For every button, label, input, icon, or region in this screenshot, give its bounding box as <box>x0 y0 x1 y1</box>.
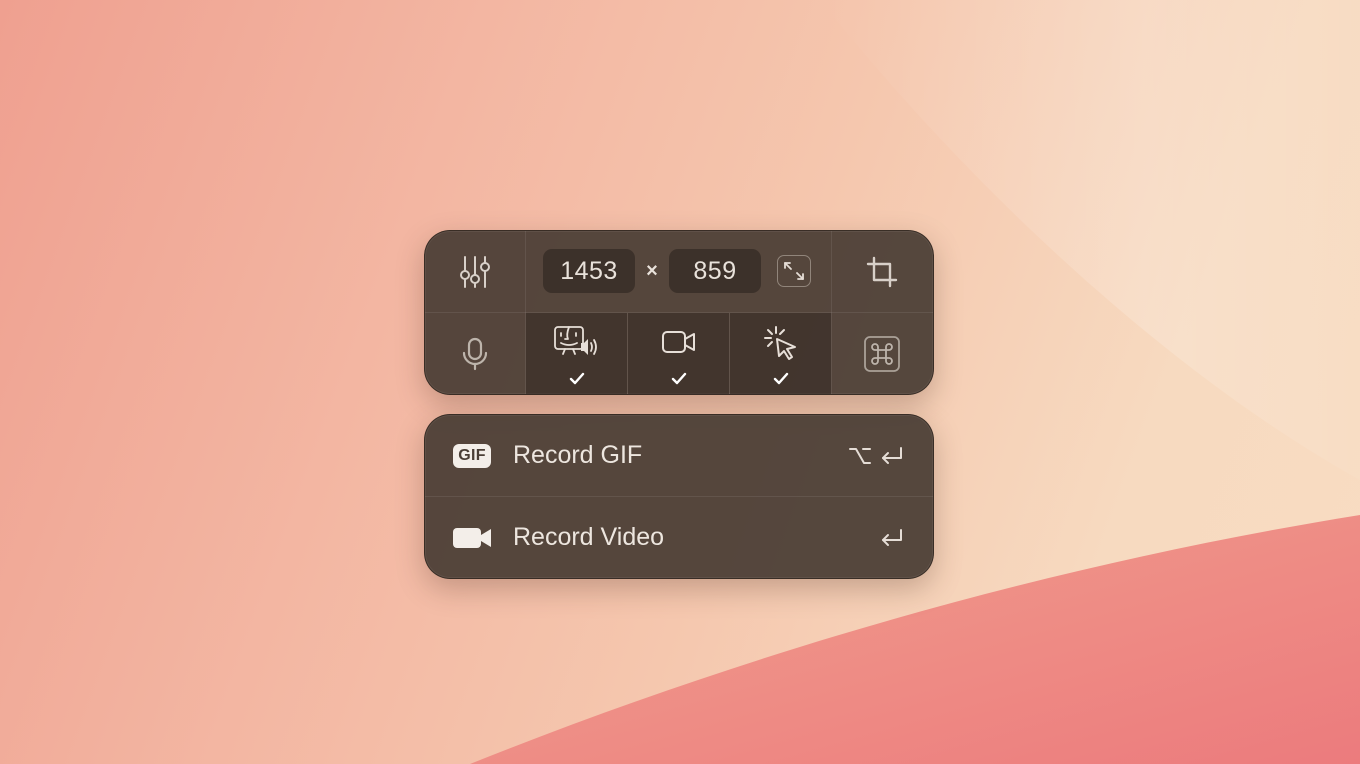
option-key-icon <box>849 447 871 464</box>
record-video-label: Record Video <box>513 523 665 551</box>
return-key-icon <box>882 446 902 464</box>
record-gif-label: Record GIF <box>513 441 643 469</box>
clicks-toggle[interactable] <box>730 313 831 394</box>
height-field[interactable]: 859 <box>669 249 761 293</box>
command-key-icon <box>864 335 900 372</box>
checkmark-icon <box>773 372 788 385</box>
system-audio-toggle[interactable] <box>526 313 627 394</box>
camera-toggle[interactable] <box>628 313 729 394</box>
record-gif-button[interactable]: GIF Record GIF <box>425 415 933 496</box>
keystrokes-toggle[interactable] <box>831 313 933 394</box>
expand-button[interactable] <box>777 255 811 287</box>
crop-icon <box>866 256 898 287</box>
times-symbol: × <box>646 259 658 282</box>
settings-button[interactable] <box>425 231 525 312</box>
gif-badge-icon: GIF <box>453 444 491 468</box>
sliders-icon <box>460 255 490 288</box>
width-field[interactable]: 1453 <box>543 249 635 293</box>
video-camera-icon <box>661 331 695 353</box>
finder-with-speaker-icon <box>553 326 597 355</box>
cursor-click-icon <box>763 326 796 360</box>
record-video-button[interactable]: Record Video <box>425 497 933 578</box>
return-key-icon <box>882 528 902 546</box>
checkmark-icon <box>569 372 584 385</box>
record-actions-panel: GIF Record GIF Record Video <box>424 414 934 579</box>
video-camera-filled-icon <box>453 528 491 548</box>
recording-toolbar: 1453 × 859 <box>424 230 934 395</box>
crop-button[interactable] <box>831 231 933 312</box>
microphone-toggle[interactable] <box>425 313 525 394</box>
checkmark-icon <box>671 372 686 385</box>
record-gif-shortcut <box>849 445 903 467</box>
microphone-icon <box>462 337 488 370</box>
expand-arrows-icon <box>784 262 804 280</box>
record-video-shortcut <box>879 527 903 549</box>
